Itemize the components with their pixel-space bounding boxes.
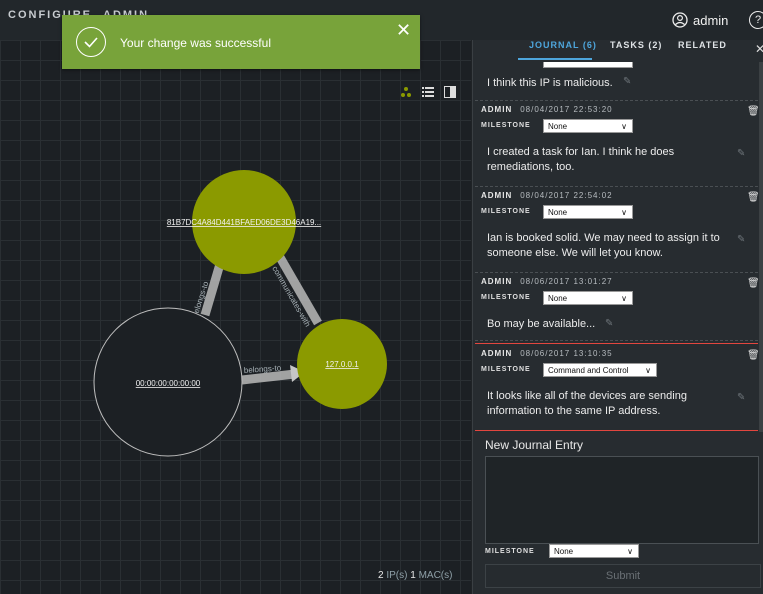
entry-timestamp: 08/06/2017 13:01:27 <box>520 277 613 286</box>
trash-icon[interactable]: 🗑 <box>747 278 758 289</box>
entry-text: I created a task for Ian. I think he doe… <box>487 146 675 173</box>
milestone-value: None <box>554 547 574 556</box>
entry-timestamp: 08/04/2017 22:53:20 <box>520 105 613 114</box>
graph-counts: 2 IP(s) 1 MAC(s) <box>378 570 452 581</box>
node-label: 127.0.0.1 <box>325 360 359 369</box>
new-entry-label: New Journal Entry <box>485 438 584 452</box>
panel-tabs: JOURNAL (6) TASKS (2) RELATED ✕ <box>473 40 763 62</box>
entry-author: ADMIN <box>481 105 513 114</box>
journal-entry: ADMIN 08/04/2017 22:54:02 🗑 MILESTONE Non… <box>475 186 758 273</box>
edit-icon[interactable]: ✎ <box>605 318 613 329</box>
node-label: 00:00:00:00:00:00 <box>136 379 201 388</box>
entry-timestamp: 08/06/2017 13:10:35 <box>520 349 613 358</box>
milestone-value: None <box>548 208 568 217</box>
new-entry-textarea[interactable] <box>485 456 759 544</box>
graph-edge[interactable] <box>241 369 296 385</box>
graph-node[interactable]: 81B7DC4A84D441BFAED06DE3D46A19... <box>167 170 321 274</box>
edit-icon[interactable]: ✎ <box>737 234 745 245</box>
scrollbar[interactable] <box>759 62 763 432</box>
graph-canvas[interactable]: belongs-to communicates-with belongs-to … <box>0 40 471 594</box>
entry-text: Ian is booked solid. We may need to assi… <box>487 232 720 259</box>
graph-node[interactable]: 127.0.0.1 <box>297 319 387 409</box>
journal-entry-list[interactable]: I think this IP is malicious. ✎ ADMIN 08/… <box>475 62 758 432</box>
success-toast: Your change was successful ✕ <box>62 15 420 69</box>
entry-text: I think this IP is malicious. <box>487 77 613 89</box>
milestone-label: MILESTONE <box>481 122 531 129</box>
link-graph[interactable]: belongs-to communicates-with belongs-to … <box>0 40 471 594</box>
entry-meta: ADMIN 08/06/2017 13:10:35 <box>481 349 613 358</box>
chevron-down-icon: ∨ <box>621 122 627 131</box>
chevron-down-icon: ∨ <box>645 366 651 375</box>
milestone-select[interactable] <box>543 62 633 68</box>
edit-icon[interactable]: ✎ <box>737 392 745 403</box>
user-icon <box>672 12 688 28</box>
mac-count-label: MAC(s) <box>418 570 453 581</box>
journal-panel: JOURNAL (6) TASKS (2) RELATED ✕ I think … <box>472 40 763 594</box>
tab-related[interactable]: RELATED <box>678 40 727 50</box>
close-icon[interactable]: ✕ <box>396 20 411 41</box>
ip-count: 2 <box>378 570 384 581</box>
trash-icon[interactable]: 🗑 <box>747 192 758 203</box>
tab-tasks[interactable]: TASKS (2) <box>610 40 662 50</box>
milestone-label: MILESTONE <box>481 294 531 301</box>
journal-entry: I think this IP is malicious. ✎ <box>475 62 758 101</box>
graph-node[interactable]: 00:00:00:00:00:00 <box>93 307 243 457</box>
milestone-select[interactable]: None ∨ <box>543 291 633 305</box>
milestone-label: MILESTONE <box>481 366 531 373</box>
graph-toolbar <box>400 86 456 98</box>
mac-count: 1 <box>410 570 416 581</box>
new-entry-milestone-label: MILESTONE <box>485 548 535 555</box>
milestone-label: MILESTONE <box>481 208 531 215</box>
chevron-down-icon: ∨ <box>621 294 627 303</box>
entry-author: ADMIN <box>481 349 513 358</box>
ip-count-label: IP(s) <box>386 570 408 581</box>
milestone-select[interactable]: None ∨ <box>543 205 633 219</box>
entry-timestamp: 08/04/2017 22:54:02 <box>520 191 613 200</box>
edit-icon[interactable]: ✎ <box>737 148 745 159</box>
milestone-select[interactable]: Command and Control ∨ <box>543 363 657 377</box>
entry-meta: ADMIN 08/06/2017 13:01:27 <box>481 277 613 286</box>
chevron-down-icon: ∨ <box>627 547 633 556</box>
panel-toggle-icon[interactable] <box>444 86 456 98</box>
milestone-select[interactable]: None ∨ <box>543 119 633 133</box>
active-tab-indicator <box>518 58 592 60</box>
cluster-icon[interactable] <box>400 86 412 98</box>
journal-entry: ADMIN 08/06/2017 13:01:27 🗑 MILESTONE Non… <box>475 272 758 341</box>
user-menu-button[interactable]: admin <box>672 6 742 34</box>
entry-author: ADMIN <box>481 277 513 286</box>
journal-entry-highlighted: ADMIN 08/06/2017 13:10:35 🗑 MILESTONE Com… <box>475 343 758 431</box>
help-icon[interactable]: ? <box>749 11 763 29</box>
journal-entry: ADMIN 08/04/2017 22:53:20 🗑 MILESTONE Non… <box>475 100 758 187</box>
node-label: 81B7DC4A84D441BFAED06DE3D46A19... <box>167 218 321 227</box>
trash-icon[interactable]: 🗑 <box>747 106 758 117</box>
edit-icon[interactable]: ✎ <box>623 76 631 87</box>
entry-author: ADMIN <box>481 191 513 200</box>
chevron-down-icon: ∨ <box>621 208 627 217</box>
entry-meta: ADMIN 08/04/2017 22:53:20 <box>481 105 613 114</box>
new-entry-milestone-select[interactable]: None ∨ <box>549 544 639 558</box>
tab-journal[interactable]: JOURNAL (6) <box>529 40 597 50</box>
submit-button[interactable]: Submit <box>485 564 761 588</box>
trash-icon[interactable]: 🗑 <box>747 350 758 361</box>
close-icon[interactable]: ✕ <box>755 42 763 56</box>
milestone-value: Command and Control <box>548 366 629 375</box>
check-icon <box>76 27 106 57</box>
toast-message: Your change was successful <box>120 36 271 50</box>
user-name: admin <box>693 12 729 28</box>
list-view-icon[interactable] <box>422 86 434 98</box>
milestone-value: None <box>548 294 568 303</box>
entry-meta: ADMIN 08/04/2017 22:54:02 <box>481 191 613 200</box>
entry-text: It looks like all of the devices are sen… <box>487 390 687 417</box>
milestone-value: None <box>548 122 568 131</box>
